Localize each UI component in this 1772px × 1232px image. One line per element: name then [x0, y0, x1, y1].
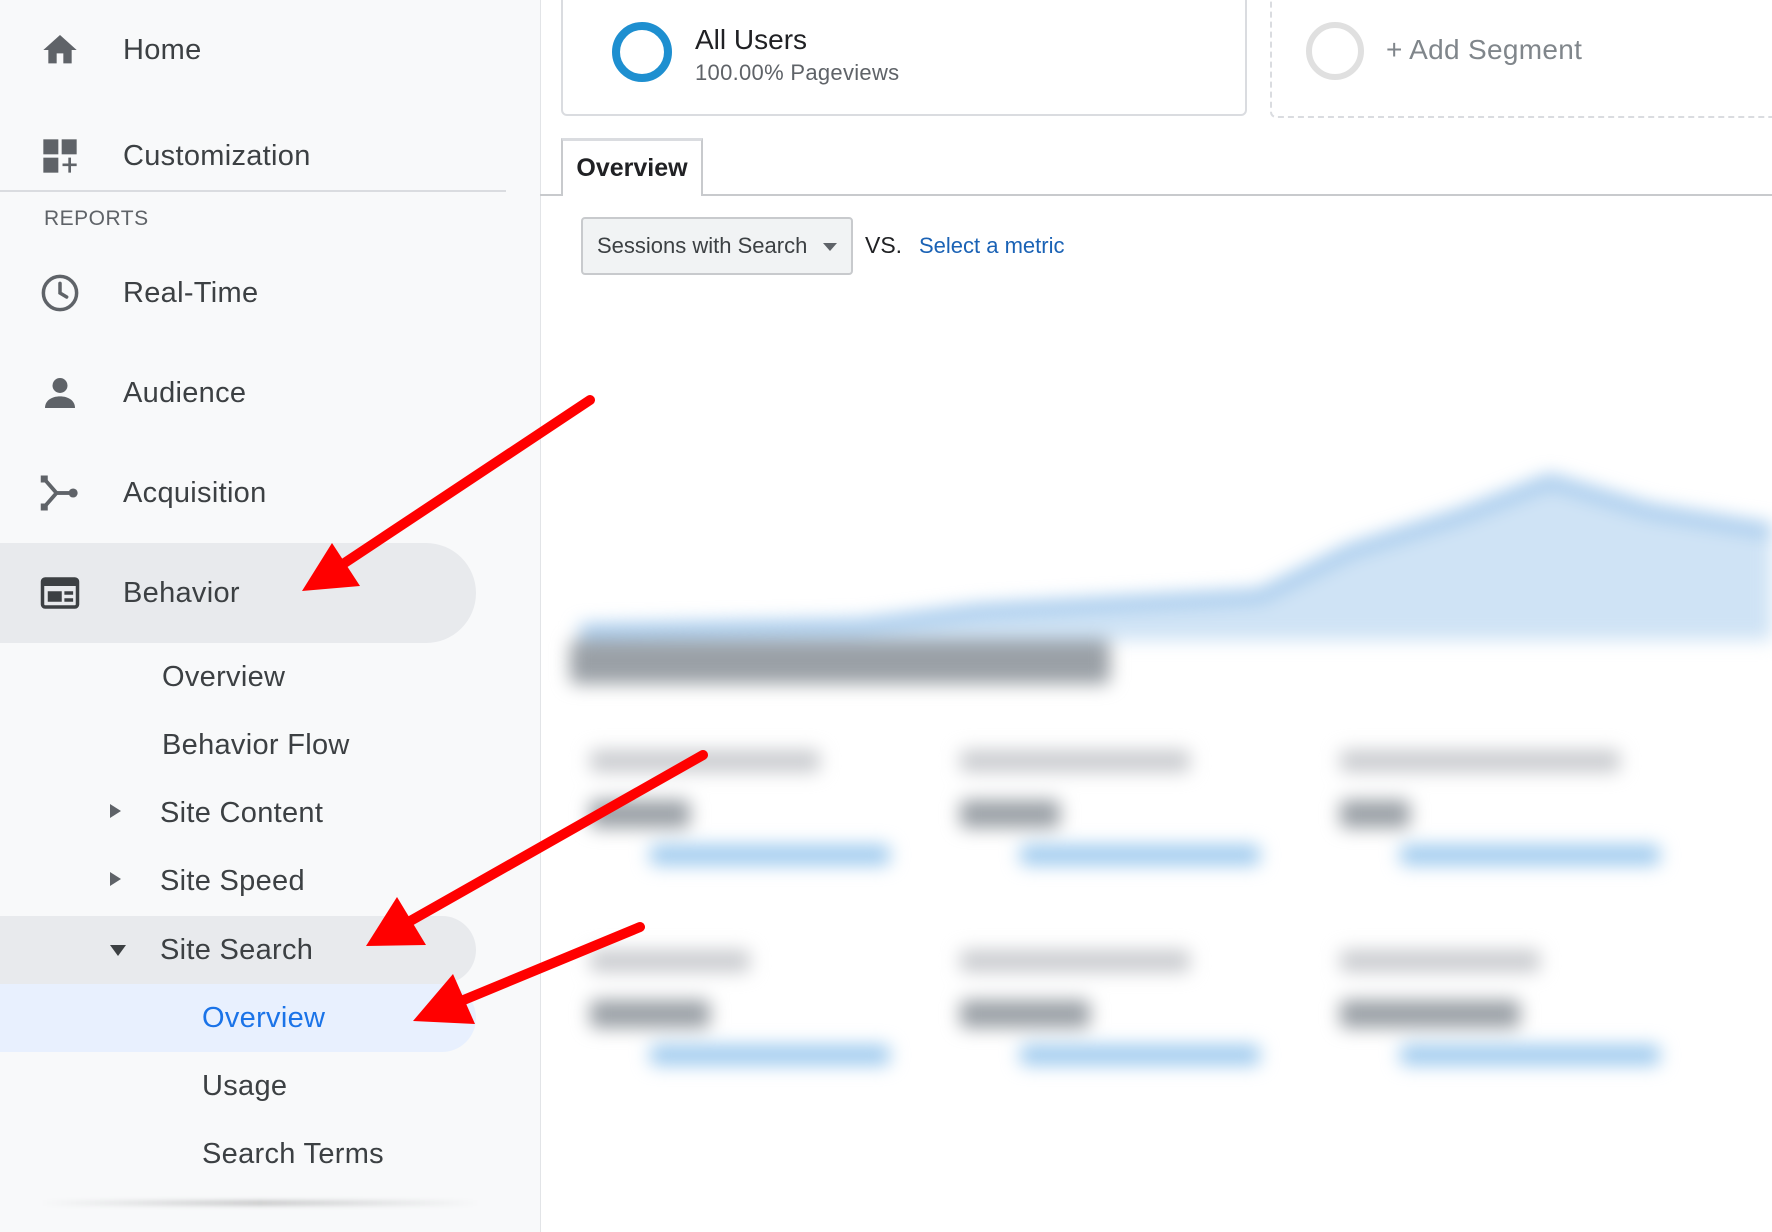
sidebar-item-acquisition[interactable]: Acquisition [0, 443, 540, 543]
dropdown-arrow-icon [823, 243, 837, 251]
select-metric-link[interactable]: Select a metric [919, 233, 1065, 259]
sidebar-subitem-site-search-overview[interactable]: Overview [0, 984, 476, 1052]
sidebar-item-real-time[interactable]: Real-Time [0, 243, 540, 343]
caret-right-icon[interactable] [110, 872, 121, 886]
sidebar-item-label: Customization [123, 139, 311, 172]
sidebar-subitem-usage[interactable]: Usage [202, 1052, 287, 1120]
behavior-icon [38, 571, 82, 615]
segment-ring-icon [612, 22, 672, 82]
sidebar-subitem-site-search[interactable]: Site Search [0, 916, 476, 984]
segment-subtitle: 100.00% Pageviews [695, 60, 900, 85]
sidebar-subitem-search-terms[interactable]: Search Terms [202, 1120, 384, 1188]
sidebar-item-label: Home [123, 33, 202, 66]
sidebar-subitem-site-content[interactable]: Site Content [160, 779, 323, 847]
empty-segment-ring-icon [1306, 22, 1364, 80]
sidebar-item-audience[interactable]: Audience [0, 343, 540, 443]
tab-overview[interactable]: Overview [561, 138, 703, 196]
sidebar-scroll-shadow [40, 1200, 480, 1206]
blurred-line-chart [579, 474, 1772, 640]
blurred-report-content [560, 340, 1772, 1230]
sidebar-subitem-site-speed[interactable]: Site Speed [160, 847, 305, 915]
clock-icon [38, 271, 82, 315]
caret-down-icon [110, 945, 126, 956]
sidebar-item-label: Acquisition [123, 476, 267, 509]
caret-right-icon[interactable] [110, 804, 121, 818]
sidebar-item-label: Real-Time [123, 276, 259, 309]
sidebar-item-label: Behavior [123, 576, 240, 609]
metric-select-value: Sessions with Search [597, 233, 808, 258]
sidebar-divider [0, 190, 506, 192]
add-segment-label: + Add Segment [1386, 34, 1583, 65]
customization-icon [38, 134, 82, 178]
sidebar-subitem-behavior-overview[interactable]: Overview [162, 643, 285, 711]
reports-section-label: REPORTS [44, 207, 149, 230]
sidebar-item-label: Audience [123, 376, 247, 409]
segment-all-users[interactable]: All Users 100.00% Pageviews [561, 0, 1247, 116]
sidebar-subitem-behavior-flow[interactable]: Behavior Flow [162, 711, 350, 779]
home-icon [38, 28, 82, 72]
tab-bar-line [540, 194, 1772, 196]
sidebar-item-home[interactable]: Home [0, 0, 540, 100]
sidebar-item-behavior[interactable]: Behavior [0, 543, 476, 643]
acquisition-icon [38, 471, 82, 515]
metric-select[interactable]: Sessions with Search [581, 217, 853, 275]
person-icon [38, 371, 82, 415]
segment-title: All Users [695, 24, 808, 55]
sidebar: Home Customization REPORTS Real-Time Aud… [0, 0, 541, 1232]
add-segment-button[interactable]: + Add Segment [1270, 0, 1772, 118]
vs-label: VS. [865, 232, 903, 258]
